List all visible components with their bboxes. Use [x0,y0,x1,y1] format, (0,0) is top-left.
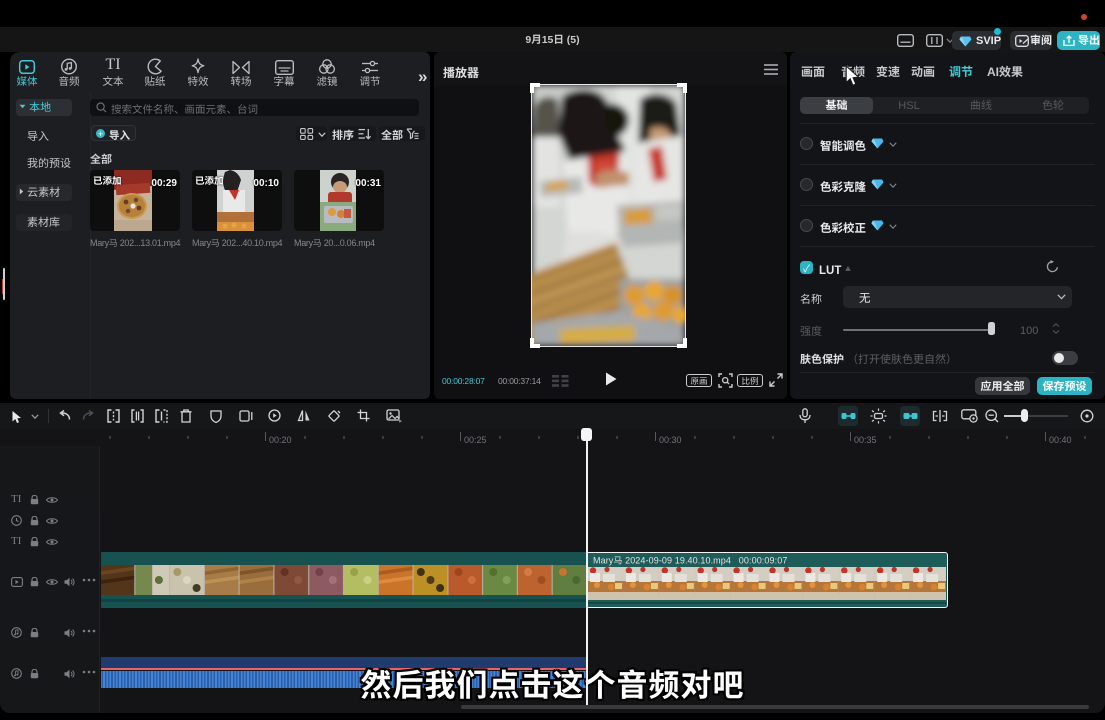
svg-text:Mary马 2024-09-09 19.40.10.mp4: Mary马 2024-09-09 19.40.10.mp4 00:00:09:0… [593,555,787,565]
